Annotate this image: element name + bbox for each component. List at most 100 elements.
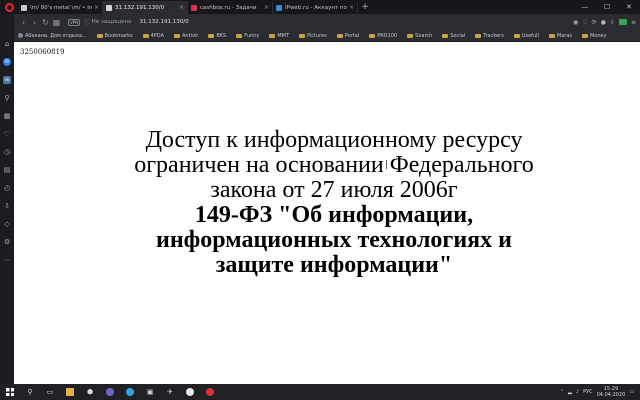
bookmark-folder[interactable]: Funny xyxy=(236,33,259,39)
history-icon[interactable]: ◷ xyxy=(3,148,11,156)
close-window-icon[interactable]: ✕ xyxy=(618,0,640,14)
folder-icon xyxy=(475,33,482,38)
new-tab-button[interactable]: + xyxy=(358,1,372,14)
heart-bookmark-icon[interactable]: ♡ xyxy=(582,19,587,26)
more-icon[interactable]: ⋯ xyxy=(3,256,11,264)
bookmark-folder[interactable]: Portal xyxy=(336,33,359,39)
tab-strip: \m/ 80's metal \m/ • Index × 31.132.191.… xyxy=(0,0,640,14)
task-view-icon[interactable]: ▭ xyxy=(40,384,60,400)
info-icon[interactable]: ⓘ xyxy=(84,18,90,26)
tab-active-ip[interactable]: 31.132.191.130/0 × xyxy=(103,1,188,14)
bookmark-folder[interactable]: MMT xyxy=(269,33,289,39)
tab-title: \m/ 80's metal \m/ • Index xyxy=(30,4,92,11)
close-icon[interactable]: × xyxy=(264,4,269,11)
close-icon[interactable]: × xyxy=(349,4,354,11)
bookmark-label: Usefull xyxy=(521,32,539,39)
text-cursor-icon xyxy=(386,160,388,169)
search-icon[interactable]: ⚲ xyxy=(20,384,40,400)
tab-favicon xyxy=(106,4,112,11)
bookmark-label: PRO100 xyxy=(377,32,398,39)
search-icon[interactable]: ⚲ xyxy=(3,94,11,102)
bookmark-folder[interactable]: BKS xyxy=(208,33,226,39)
minimize-icon[interactable]: — xyxy=(574,0,596,14)
opera-logo-icon[interactable] xyxy=(0,0,18,14)
address-bar[interactable]: VPN ⓘ Не защищено 31.132.191.130/0 xyxy=(68,17,189,28)
url-text[interactable]: 31.132.191.130/0 xyxy=(140,19,189,25)
forward-icon[interactable]: › xyxy=(29,18,40,27)
bookmark-folder[interactable]: Money xyxy=(582,33,607,39)
messenger-icon[interactable]: ✉ xyxy=(3,58,11,66)
tab-favicon xyxy=(21,4,27,11)
settings-icon[interactable]: ⚙ xyxy=(3,238,11,246)
notifications-icon[interactable]: ▭ xyxy=(629,389,634,395)
bookmark-folder[interactable]: Social xyxy=(442,33,465,39)
vk-icon[interactable]: vk xyxy=(3,76,11,84)
tab-cashbox[interactable]: cashbox.ru - Задачи × xyxy=(188,1,273,14)
bookmark-folder[interactable]: Antivir xyxy=(174,33,198,39)
extension-icon[interactable] xyxy=(618,19,627,25)
bookmark-label: Trackers xyxy=(483,32,504,39)
folder-icon xyxy=(208,33,215,38)
start-button[interactable] xyxy=(0,384,20,400)
bookmark-label: Bookmarks xyxy=(104,32,133,39)
explorer-icon[interactable] xyxy=(60,384,80,400)
bookmark-folder[interactable]: Maras xyxy=(548,33,572,39)
network-icon[interactable]: ▂ xyxy=(568,389,572,395)
clock-icon[interactable]: ◴ xyxy=(3,184,11,192)
close-icon[interactable]: × xyxy=(94,4,99,11)
clock[interactable]: 15:29 04.04.2020 xyxy=(597,386,626,398)
language-indicator[interactable]: РУС xyxy=(583,389,593,395)
grid-icon[interactable]: ▦ xyxy=(3,112,11,120)
folder-icon xyxy=(442,33,449,38)
folder-icon xyxy=(369,33,376,38)
system-tray: ⌃ ▂ ♪ РУС 15:29 04.04.2020 ▭ xyxy=(560,386,640,398)
maximize-icon[interactable]: ☐ xyxy=(596,0,618,14)
sync-icon[interactable]: ⟳ xyxy=(592,19,597,26)
bookmark-folder[interactable]: Pictures xyxy=(299,33,327,39)
tab-favicon xyxy=(276,4,282,11)
bookmark-folder[interactable]: Usefull xyxy=(513,32,539,39)
bookmark-folder[interactable]: 4PDA xyxy=(142,33,164,39)
viber-dot-icon xyxy=(106,388,114,396)
download-toolbar-icon[interactable]: ⇩ xyxy=(610,19,615,26)
app-icon[interactable]: ⬢ xyxy=(80,384,100,400)
download-icon[interactable]: ⇩ xyxy=(3,202,11,210)
user-icon[interactable]: ● xyxy=(601,19,606,26)
tab-ipweb[interactable]: IPweb.ru - Аккаунт пользо... × xyxy=(273,1,358,14)
grid-view-icon[interactable]: ▦ xyxy=(51,18,62,27)
folder-icon xyxy=(336,33,343,38)
bookmark-folder[interactable]: Bookmarks xyxy=(96,32,133,39)
tab-favicon xyxy=(191,4,197,11)
tray-icon[interactable]: ⌃ xyxy=(560,389,564,395)
reload-icon[interactable]: ↻ xyxy=(40,18,51,27)
camera-icon[interactable]: ◉ xyxy=(573,19,578,26)
bookmark-label: Funny xyxy=(244,32,260,39)
security-status[interactable]: Не защищено xyxy=(92,19,132,25)
opera-taskbar-icon[interactable] xyxy=(200,384,220,400)
app-icon[interactable]: ▣ xyxy=(140,384,160,400)
bookmark-label: Antivir xyxy=(182,32,199,39)
bookmark-folder[interactable]: Trackers xyxy=(475,33,504,39)
bookmark-item[interactable]: Абакана. Дом отдыха... xyxy=(18,33,87,39)
easy-setup-icon[interactable]: ≡ xyxy=(631,19,636,26)
bookmark-label: Pictures xyxy=(307,32,327,39)
bookmark-label: Money xyxy=(590,32,607,39)
volume-icon[interactable]: ♪ xyxy=(576,389,579,395)
yandex-icon[interactable] xyxy=(180,384,200,400)
notice-law-text: 149-ФЗ "Об информации, информационных те… xyxy=(156,202,512,278)
heart-icon[interactable]: ♡ xyxy=(3,130,11,138)
tab-metal[interactable]: \m/ 80's metal \m/ • Index × xyxy=(18,1,103,14)
cube-icon[interactable]: ◇ xyxy=(3,220,11,228)
vpn-badge[interactable]: VPN xyxy=(68,18,81,26)
app-icon[interactable]: ✈ xyxy=(160,384,180,400)
bookmark-folder[interactable]: Search xyxy=(407,33,432,39)
bookmark-folder[interactable]: PRO100 xyxy=(369,33,397,39)
opera-dot-icon xyxy=(206,388,214,396)
news-icon[interactable]: ▤ xyxy=(3,166,11,174)
window-controls: — ☐ ✕ xyxy=(574,0,640,14)
back-icon[interactable]: ‹ xyxy=(18,18,29,27)
speed-dial-icon[interactable]: ⌂ xyxy=(3,40,11,48)
telegram-icon[interactable] xyxy=(120,384,140,400)
viber-icon[interactable] xyxy=(100,384,120,400)
close-icon[interactable]: × xyxy=(179,4,184,11)
